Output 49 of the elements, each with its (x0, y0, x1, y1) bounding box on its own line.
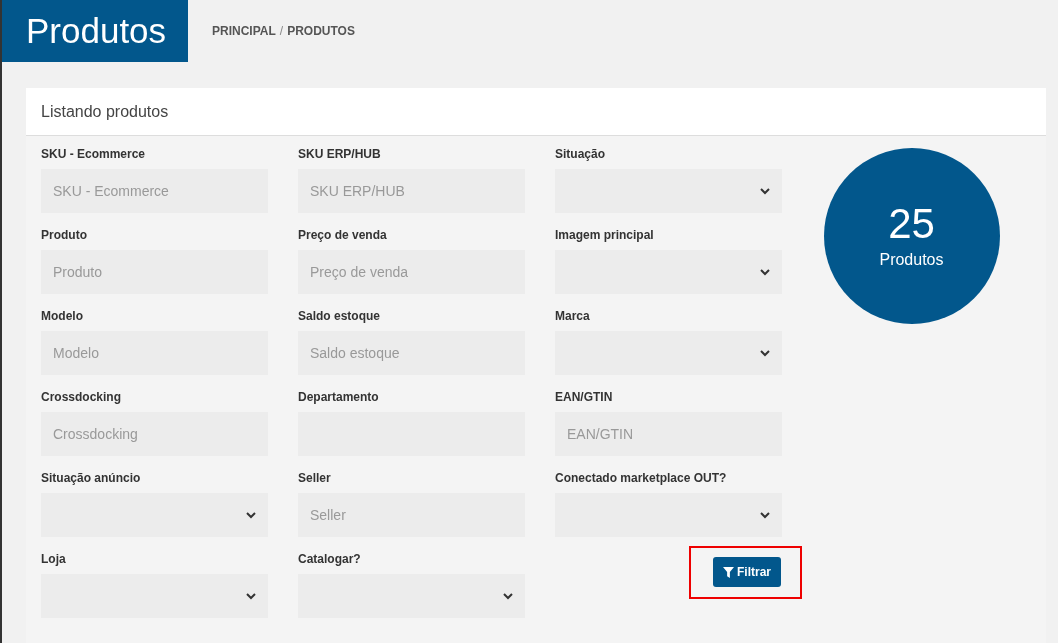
field-label: Seller (298, 470, 332, 487)
chevron-down-icon (760, 268, 770, 276)
breadcrumb-link[interactable]: PRINCIPAL (212, 24, 276, 38)
select-field[interactable] (555, 169, 782, 213)
breadcrumb-link[interactable]: PRODUTOS (287, 24, 355, 38)
input-field[interactable]: SKU ERP/HUB (298, 169, 525, 213)
chevron-down-icon (246, 592, 256, 600)
field-label: Produto (41, 227, 88, 244)
card-title: Listando produtos (41, 102, 169, 121)
filter-icon (723, 566, 734, 578)
input-field[interactable]: EAN/GTIN (555, 412, 782, 456)
chevron-down-icon (246, 511, 256, 519)
field-label: Situação (555, 146, 606, 163)
input-field[interactable]: Preço de venda (298, 250, 525, 294)
select-field[interactable] (41, 493, 268, 537)
input-field[interactable]: Saldo estoque (298, 331, 525, 375)
field-label: Modelo (41, 308, 84, 325)
input-field[interactable]: SKU - Ecommerce (41, 169, 268, 213)
breadcrumb-separator: / (279, 24, 284, 38)
field-label: Catalogar? (298, 551, 362, 568)
select-field[interactable] (555, 493, 782, 537)
field-label: Departamento (298, 389, 380, 406)
filter-button[interactable]: Filtrar (713, 557, 781, 587)
field-label: Loja (41, 551, 67, 568)
field-label: Saldo estoque (298, 308, 381, 325)
field-label: Crossdocking (41, 389, 122, 406)
field-label: Imagem principal (555, 227, 655, 244)
field-label: Marca (555, 308, 591, 325)
page-title: Produtos (26, 11, 167, 51)
field-label: EAN/GTIN (555, 389, 614, 406)
input-field[interactable]: Crossdocking (41, 412, 268, 456)
input-field[interactable]: Modelo (41, 331, 268, 375)
field-label: SKU - Ecommerce (41, 146, 147, 163)
select-field[interactable] (555, 331, 782, 375)
product-count: 25 (888, 203, 935, 245)
select-field[interactable] (298, 574, 525, 618)
input-field[interactable]: Seller (298, 493, 525, 537)
select-field[interactable] (41, 574, 268, 618)
field-label: Preço de venda (298, 227, 388, 244)
field-label: Situação anúncio (41, 470, 142, 487)
select-field[interactable] (555, 250, 782, 294)
field-label: SKU ERP/HUB (298, 146, 382, 163)
chevron-down-icon (760, 187, 770, 195)
chevron-down-icon (760, 349, 770, 357)
product-count-label: Produtos (879, 251, 944, 269)
field-label: Conectado marketplace OUT? (555, 470, 728, 487)
chevron-down-icon (503, 592, 513, 600)
input-field[interactable]: Produto (41, 250, 268, 294)
chevron-down-icon (760, 511, 770, 519)
